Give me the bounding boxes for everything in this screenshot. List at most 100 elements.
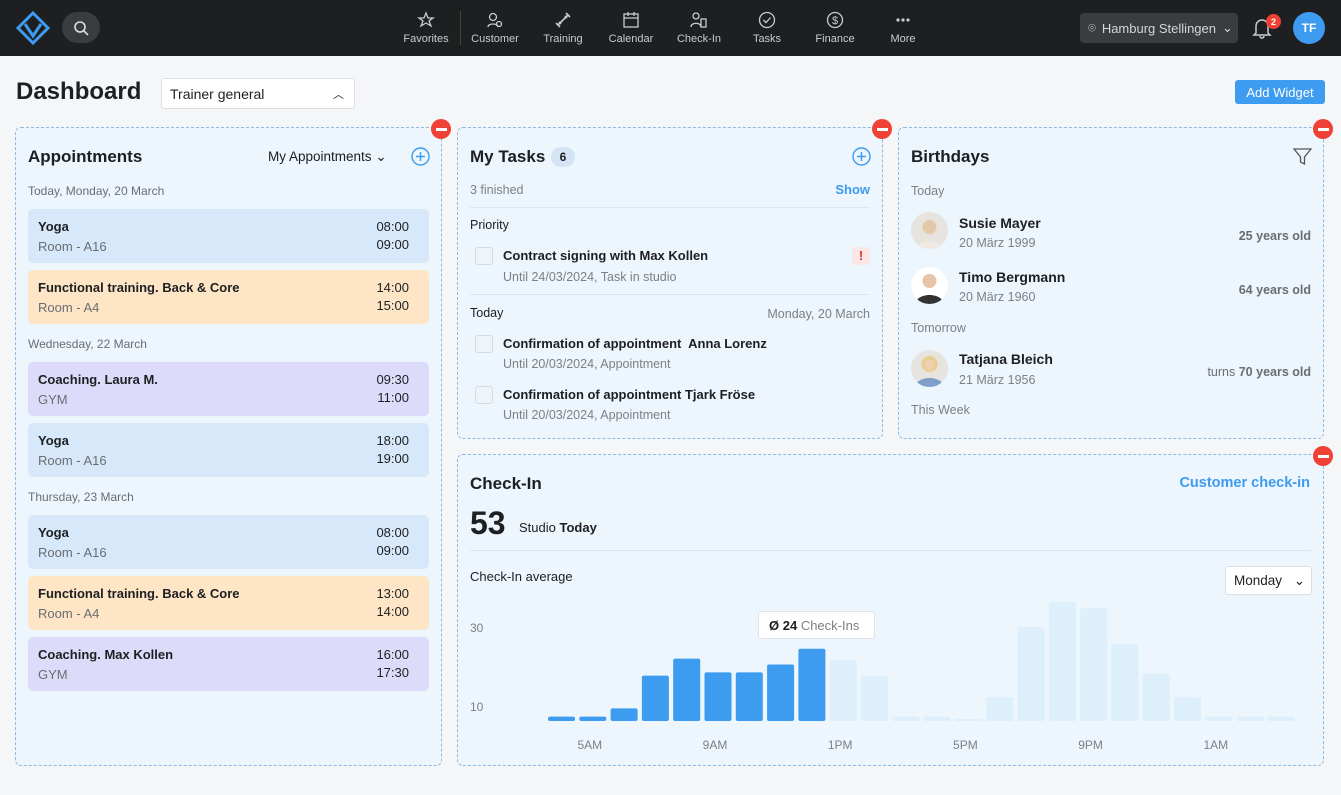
appointment-end: 15:00 bbox=[376, 298, 409, 313]
dumbbell-icon bbox=[555, 12, 571, 28]
avatar bbox=[911, 350, 948, 387]
bar-3AM[interactable] bbox=[1267, 716, 1295, 721]
birth-date: 20 März 1960 bbox=[959, 290, 1036, 304]
dashboard-view-select[interactable]: Trainer general ︿ bbox=[161, 78, 355, 109]
bar-7AM[interactable] bbox=[641, 675, 669, 721]
bar-10PM[interactable] bbox=[1111, 643, 1139, 721]
nav-item-finance[interactable]: $ Finance bbox=[801, 0, 869, 56]
birth-date: 21 März 1956 bbox=[959, 373, 1036, 387]
divider bbox=[470, 207, 870, 208]
bar-10AM[interactable] bbox=[735, 672, 763, 721]
nav-item-favorites[interactable]: Favorites bbox=[392, 0, 460, 56]
add-widget-button[interactable]: Add Widget bbox=[1235, 80, 1325, 104]
day-heading: Today, Monday, 20 March bbox=[28, 184, 165, 198]
person-name[interactable]: Timo Bergmann bbox=[959, 269, 1065, 285]
bar-6PM[interactable] bbox=[986, 697, 1014, 721]
avatar bbox=[911, 267, 948, 304]
task-meta: Until 20/03/2024, Appointment bbox=[503, 408, 671, 422]
nav-item-check-in[interactable]: Check-In bbox=[665, 0, 733, 56]
task-name: Contract signing with Max Kollen bbox=[503, 248, 709, 263]
bar-12PM[interactable] bbox=[798, 648, 826, 721]
appointment-end: 09:00 bbox=[376, 543, 409, 558]
divider bbox=[470, 294, 870, 295]
top-nav: Favorites Customer Training Calendar Check-I… bbox=[0, 0, 1341, 56]
filter-icon[interactable] bbox=[1293, 147, 1312, 166]
appointment-room: Room - A16 bbox=[38, 453, 107, 468]
bar-11PM[interactable] bbox=[1142, 673, 1170, 721]
age-prefix: turns bbox=[1207, 365, 1236, 379]
today-date: Monday, 20 March bbox=[767, 307, 870, 321]
appointment-room: GYM bbox=[38, 392, 68, 407]
bar-5AM[interactable] bbox=[579, 716, 607, 721]
bar-12AM[interactable] bbox=[1174, 697, 1201, 721]
bar-7PM[interactable] bbox=[1017, 626, 1045, 721]
bar-9PM[interactable] bbox=[1080, 608, 1108, 721]
add-appointment-icon[interactable] bbox=[411, 147, 430, 166]
remove-widget-button[interactable] bbox=[1313, 119, 1333, 139]
appointment-item[interactable]: Yoga Room - A16 08:00 09:00 bbox=[28, 515, 429, 569]
bar-4AM[interactable] bbox=[548, 716, 575, 721]
bar-1PM[interactable] bbox=[829, 659, 857, 721]
appointment-name: Yoga bbox=[38, 525, 69, 540]
appointment-room: Room - A4 bbox=[38, 606, 100, 621]
bar-4PM[interactable] bbox=[923, 716, 951, 721]
show-finished-link[interactable]: Show bbox=[835, 182, 870, 197]
appointments-filter[interactable]: My Appointments ⌄ bbox=[268, 149, 387, 165]
appointment-name: Coaching. Max Kollen bbox=[38, 647, 174, 662]
nav-item-calendar[interactable]: Calendar bbox=[597, 0, 665, 56]
tasks-widget: My Tasks 6 3 finished Show Priority Cont… bbox=[457, 119, 892, 439]
checkin-chart: 10 30 5AM 9AM 1PM 5PM 9PM 1AM bbox=[470, 602, 1295, 752]
nav-item-more[interactable]: More bbox=[869, 0, 937, 56]
finished-count: 3 finished bbox=[470, 183, 524, 197]
widget-title: Birthdays bbox=[911, 147, 990, 166]
task-checkbox[interactable] bbox=[475, 386, 493, 404]
user-avatar[interactable]: TF bbox=[1293, 12, 1325, 44]
bar-2PM[interactable] bbox=[861, 675, 888, 721]
more-icon bbox=[896, 18, 910, 22]
task-checkbox[interactable] bbox=[475, 335, 493, 353]
bar-5PM[interactable] bbox=[954, 719, 982, 721]
search-button[interactable] bbox=[62, 12, 100, 43]
tooltip-label: Check-Ins bbox=[800, 618, 860, 633]
nav-item-customer[interactable]: Customer bbox=[461, 0, 529, 56]
appointment-name: Functional training. Back & Core bbox=[38, 280, 240, 295]
pin-icon: ⌾ bbox=[1088, 20, 1096, 35]
appointment-item[interactable]: Functional training. Back & Core Room - A… bbox=[28, 270, 429, 324]
task-checkbox[interactable] bbox=[475, 247, 493, 265]
nav-item-tasks[interactable]: Tasks bbox=[733, 0, 801, 56]
page-title: Dashboard bbox=[16, 78, 142, 105]
appointment-item[interactable]: Coaching. Max Kollen GYM 16:00 17:30 bbox=[28, 637, 429, 691]
filter-label: My Appointments bbox=[268, 149, 372, 164]
remove-widget-button[interactable] bbox=[872, 119, 892, 139]
appointment-room: Room - A16 bbox=[38, 239, 107, 254]
widget-title: My Tasks bbox=[470, 147, 546, 166]
location-select[interactable]: ⌾ Hamburg Stellingen ⌄ bbox=[1080, 13, 1238, 43]
birth-date: 20 März 1999 bbox=[959, 236, 1036, 250]
nav-item-label: Finance bbox=[815, 33, 855, 45]
age: 25 years old bbox=[1238, 229, 1311, 243]
logo[interactable] bbox=[16, 11, 50, 45]
appointment-item[interactable]: Coaching. Laura M. GYM 09:30 11:00 bbox=[28, 362, 429, 416]
nav-item-training[interactable]: Training bbox=[529, 0, 597, 56]
checkin-widget: Check-In Customer check-in 53 Studio Tod… bbox=[457, 446, 1333, 766]
appointment-item[interactable]: Yoga Room - A16 18:00 19:00 bbox=[28, 423, 429, 477]
bar-9AM[interactable] bbox=[704, 672, 732, 721]
bar-8PM[interactable] bbox=[1048, 602, 1076, 721]
person-name[interactable]: Susie Mayer bbox=[959, 215, 1041, 231]
remove-widget-button[interactable] bbox=[431, 119, 451, 139]
bar-11AM[interactable] bbox=[767, 664, 795, 721]
person-name[interactable]: Tatjana Bleich bbox=[959, 351, 1053, 367]
add-task-icon[interactable] bbox=[852, 147, 871, 166]
bar-1AM[interactable] bbox=[1205, 716, 1233, 721]
star-icon bbox=[417, 11, 435, 28]
avatar bbox=[911, 212, 948, 249]
appointment-item[interactable]: Functional training. Back & Core Room - A… bbox=[28, 576, 429, 630]
bar-3PM[interactable] bbox=[892, 716, 920, 721]
appointment-item[interactable]: Yoga Room - A16 08:00 09:00 bbox=[28, 209, 429, 263]
nav-item-label: More bbox=[890, 33, 916, 45]
bar-6AM[interactable] bbox=[610, 708, 638, 721]
nav-item-label: Favorites bbox=[403, 33, 449, 45]
bar-2AM[interactable] bbox=[1236, 716, 1264, 721]
age: 64 years old bbox=[1238, 283, 1311, 297]
bar-8AM[interactable] bbox=[673, 658, 701, 721]
